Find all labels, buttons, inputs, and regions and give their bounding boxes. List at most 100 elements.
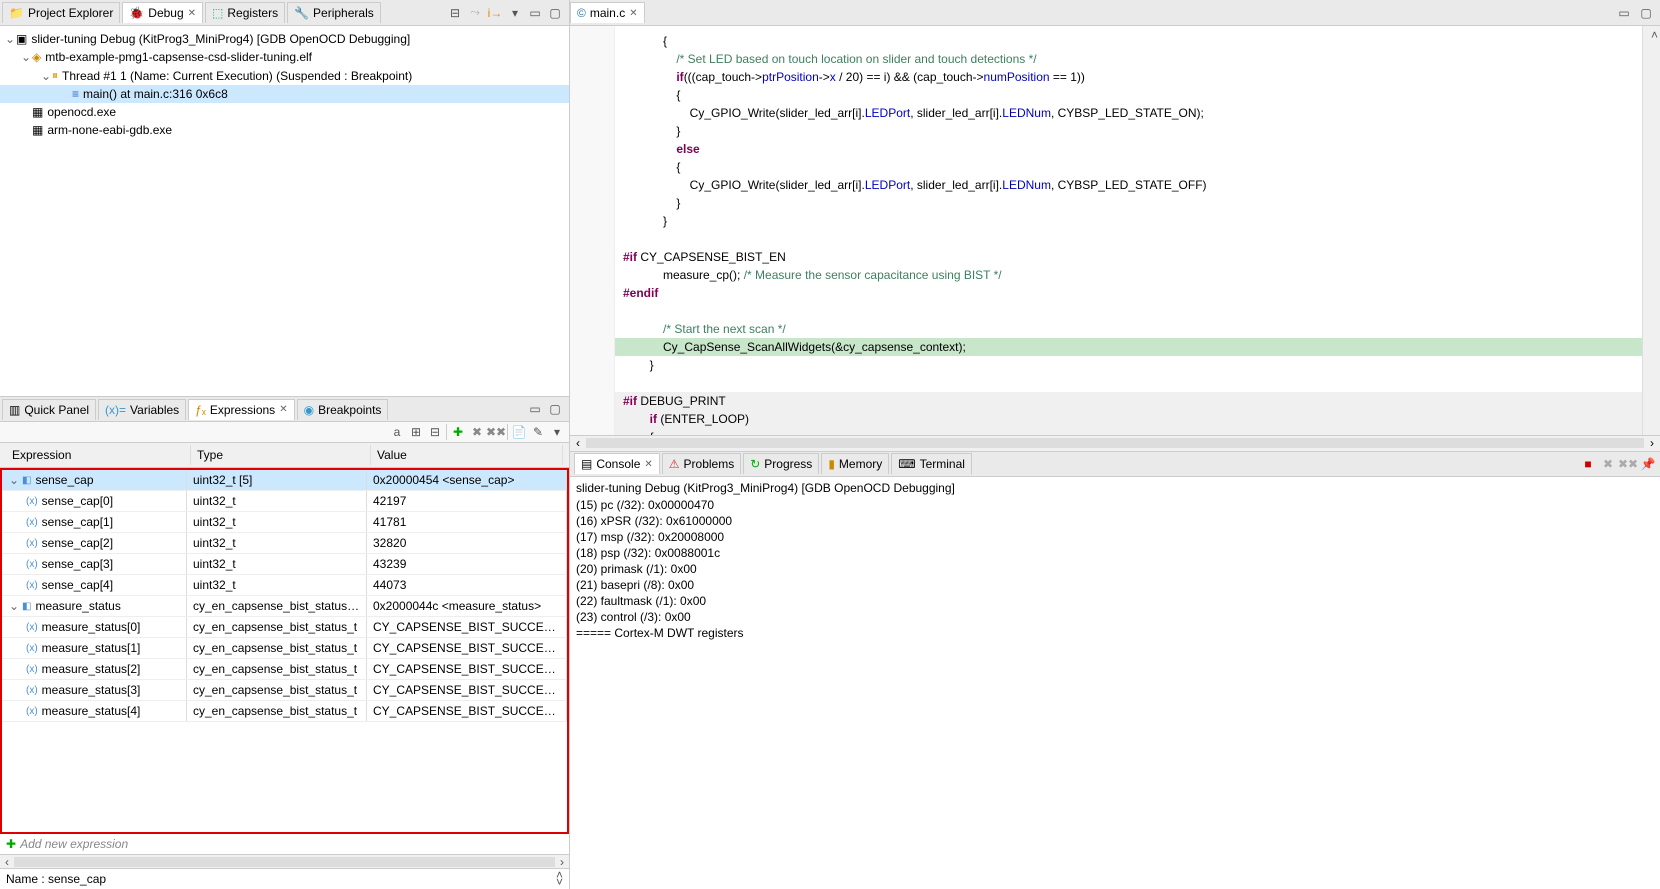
- console-output[interactable]: slider-tuning Debug (KitProg3_MiniProg4)…: [570, 477, 1660, 889]
- debug-frame[interactable]: ≡ main() at main.c:316 0x6c8: [0, 85, 569, 103]
- maximize-icon[interactable]: ▢: [547, 401, 563, 417]
- maximize-icon[interactable]: ▢: [547, 5, 563, 21]
- expand-icon[interactable]: ⌄: [4, 32, 16, 46]
- close-icon[interactable]: ✕: [644, 459, 652, 470]
- table-row[interactable]: (x)measure_status[3]cy_en_capsense_bist_…: [2, 680, 567, 701]
- menu-icon[interactable]: ▾: [507, 5, 523, 21]
- editor-gutter[interactable]: [570, 26, 615, 435]
- value-cell[interactable]: CY_CAPSENSE_BIST_SUCCESS_E: [367, 617, 567, 637]
- value-cell[interactable]: 0x20000454 <sense_cap>: [367, 470, 567, 490]
- col-type[interactable]: Type: [191, 445, 371, 465]
- type-icon[interactable]: a: [389, 424, 405, 440]
- code-area[interactable]: { /* Set LED based on touch location on …: [615, 26, 1642, 435]
- maximize-icon[interactable]: ▢: [1638, 5, 1654, 21]
- editor-hscroll[interactable]: ‹ ›: [570, 435, 1660, 451]
- close-icon[interactable]: ✕: [629, 8, 637, 19]
- table-row[interactable]: (x)sense_cap[1]uint32_t41781: [2, 512, 567, 533]
- table-row[interactable]: (x)measure_status[0]cy_en_capsense_bist_…: [2, 617, 567, 638]
- expression-cell[interactable]: ⌄◧measure_status: [2, 596, 187, 616]
- edit-icon[interactable]: ✎: [530, 424, 546, 440]
- debug-gdb[interactable]: ▦ arm-none-eabi-gdb.exe: [0, 121, 569, 139]
- tab-quick-panel[interactable]: ▥ Quick Panel: [2, 399, 96, 420]
- value-cell[interactable]: CY_CAPSENSE_BIST_SUCCESS_E: [367, 638, 567, 658]
- minimize-icon[interactable]: ▭: [527, 5, 543, 21]
- table-row[interactable]: (x)sense_cap[3]uint32_t43239: [2, 554, 567, 575]
- expression-cell[interactable]: (x)measure_status[2]: [2, 659, 187, 679]
- remove-all-icon[interactable]: ✖✖: [488, 424, 504, 440]
- table-row[interactable]: ⌄◧measure_statuscy_en_capsense_bist_stat…: [2, 596, 567, 617]
- debug-elf[interactable]: ⌄ ◈ mtb-example-pmg1-capsense-csd-slider…: [0, 48, 569, 66]
- add-new-expression[interactable]: ✚ Add new expression: [0, 834, 569, 854]
- overview-ruler[interactable]: ˄: [1642, 26, 1660, 435]
- expression-cell[interactable]: (x)measure_status[0]: [2, 617, 187, 637]
- value-cell[interactable]: CY_CAPSENSE_BIST_SUCCESS_E: [367, 680, 567, 700]
- scroll-track[interactable]: [586, 438, 1644, 448]
- minimize-icon[interactable]: ▭: [1616, 5, 1632, 21]
- debug-thread[interactable]: ⌄ ⏸ Thread #1 1 (Name: Current Execution…: [0, 66, 569, 85]
- expressions-hscroll[interactable]: ‹ ›: [0, 854, 569, 868]
- code-editor[interactable]: { /* Set LED based on touch location on …: [570, 26, 1660, 435]
- value-cell[interactable]: 41781: [367, 512, 567, 532]
- col-expression[interactable]: Expression: [6, 445, 191, 465]
- scroll-left-icon[interactable]: ‹: [570, 436, 586, 450]
- remove-all-icon[interactable]: ✖✖: [1620, 456, 1636, 472]
- scroll-right-icon[interactable]: ›: [1644, 436, 1660, 450]
- expression-cell[interactable]: (x)sense_cap[3]: [2, 554, 187, 574]
- value-cell[interactable]: CY_CAPSENSE_BIST_SUCCESS_E: [367, 701, 567, 721]
- tab-expressions[interactable]: ƒₓ Expressions ✕: [188, 399, 294, 420]
- expression-cell[interactable]: (x)sense_cap[0]: [2, 491, 187, 511]
- stop-icon[interactable]: ■: [1580, 456, 1596, 472]
- tab-terminal[interactable]: ⌨ Terminal: [891, 453, 972, 474]
- expand-icon[interactable]: ⌄: [40, 69, 52, 83]
- tree-icon[interactable]: ⊞: [408, 424, 424, 440]
- expression-cell[interactable]: (x)sense_cap[2]: [2, 533, 187, 553]
- table-row[interactable]: (x)measure_status[1]cy_en_capsense_bist_…: [2, 638, 567, 659]
- expression-cell[interactable]: (x)sense_cap[4]: [2, 575, 187, 595]
- table-row[interactable]: (x)measure_status[2]cy_en_capsense_bist_…: [2, 659, 567, 680]
- close-icon[interactable]: ✕: [188, 8, 196, 19]
- scroll-track[interactable]: [14, 857, 555, 867]
- tab-console[interactable]: ▤ Console ✕: [574, 453, 660, 474]
- tab-problems[interactable]: ⚠ Problems: [662, 453, 741, 474]
- table-row[interactable]: (x)measure_status[4]cy_en_capsense_bist_…: [2, 701, 567, 722]
- value-cell[interactable]: 44073: [367, 575, 567, 595]
- minimize-icon[interactable]: ▭: [527, 401, 543, 417]
- scroll-right-icon[interactable]: ›: [555, 855, 569, 869]
- expand-icon[interactable]: ⌄: [8, 599, 20, 613]
- debug-tree[interactable]: ⌄ ▣ slider-tuning Debug (KitProg3_MiniPr…: [0, 26, 569, 396]
- expression-cell[interactable]: ⌄◧sense_cap: [2, 470, 187, 490]
- tab-progress[interactable]: ↻ Progress: [743, 453, 819, 474]
- step-icon[interactable]: i→: [487, 5, 503, 21]
- expression-cell[interactable]: (x)measure_status[4]: [2, 701, 187, 721]
- skip-icon[interactable]: ⤳: [467, 5, 483, 21]
- table-row[interactable]: ⌄◧sense_capuint32_t [5]0x20000454 <sense…: [2, 470, 567, 491]
- collapse-icon[interactable]: ⊟: [447, 5, 463, 21]
- remove-icon[interactable]: ✖: [469, 424, 485, 440]
- col-value[interactable]: Value: [371, 445, 563, 465]
- tab-memory[interactable]: ▮ Memory: [821, 453, 889, 474]
- tab-peripherals[interactable]: 🔧 Peripherals: [287, 2, 381, 23]
- collapse-all-icon[interactable]: ⊟: [427, 424, 443, 440]
- expressions-table[interactable]: ⌄◧sense_capuint32_t [5]0x20000454 <sense…: [0, 468, 569, 834]
- value-cell[interactable]: 43239: [367, 554, 567, 574]
- expand-icon[interactable]: ⌄: [20, 50, 32, 64]
- close-icon[interactable]: ✕: [279, 404, 287, 415]
- detail-vscroll[interactable]: ˄˅: [556, 872, 563, 886]
- tab-breakpoints[interactable]: ◉ Breakpoints: [297, 399, 389, 420]
- value-cell[interactable]: CY_CAPSENSE_BIST_SUCCESS_E: [367, 659, 567, 679]
- pin-icon[interactable]: 📌: [1640, 456, 1656, 472]
- expression-cell[interactable]: (x)sense_cap[1]: [2, 512, 187, 532]
- tab-variables[interactable]: (x)= Variables: [98, 399, 186, 420]
- tab-registers[interactable]: ⬚ Registers: [205, 2, 285, 23]
- remove-icon[interactable]: ✖: [1600, 456, 1616, 472]
- value-cell[interactable]: 0x2000044c <measure_status>: [367, 596, 567, 616]
- add-icon[interactable]: ✚: [450, 424, 466, 440]
- menu-icon[interactable]: ▾: [549, 424, 565, 440]
- scroll-up-icon[interactable]: ˄: [1651, 28, 1658, 42]
- value-cell[interactable]: 42197: [367, 491, 567, 511]
- tab-debug[interactable]: 🐞 Debug ✕: [122, 2, 203, 23]
- debug-openocd[interactable]: ▦ openocd.exe: [0, 103, 569, 121]
- new-icon[interactable]: 📄: [511, 424, 527, 440]
- tab-project-explorer[interactable]: 📁 Project Explorer: [2, 2, 120, 23]
- table-row[interactable]: (x)sense_cap[0]uint32_t42197: [2, 491, 567, 512]
